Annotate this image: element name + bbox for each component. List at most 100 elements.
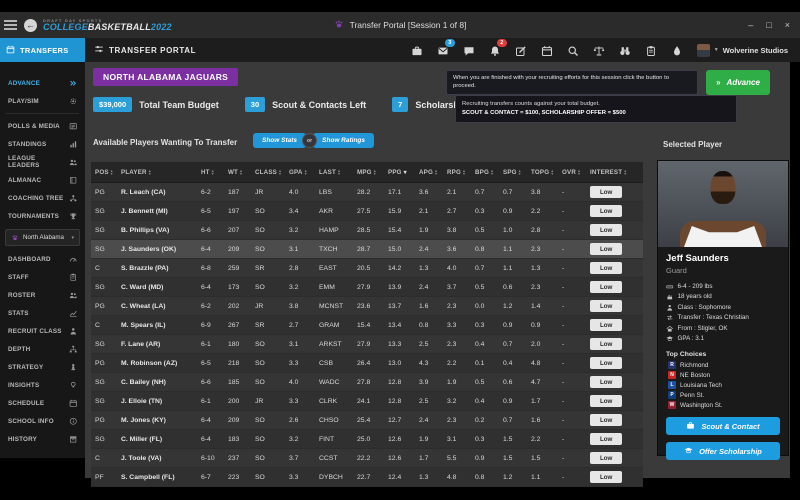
interest-button[interactable]: Low <box>590 224 622 236</box>
table-cell-rpg: 3.8 <box>443 227 471 234</box>
interest-button[interactable]: Low <box>590 300 622 312</box>
table-cell-bpg: 0.9 <box>471 455 499 462</box>
sidebar-item-staff[interactable]: STAFF <box>0 268 85 286</box>
column-header-pos[interactable]: POS▴▾ <box>91 169 117 176</box>
column-header-spg[interactable]: SPG▴▾ <box>499 169 527 176</box>
show-ratings-button[interactable]: Show Ratings <box>313 133 374 148</box>
player-row[interactable]: PGM. Robinson (AZ)6-5218SO3.3CSB26.413.0… <box>91 354 643 373</box>
close-button[interactable]: × <box>785 20 790 30</box>
briefcase-icon[interactable] <box>411 44 423 56</box>
column-header-topg[interactable]: TOPG▴▾ <box>527 169 558 176</box>
player-row[interactable]: PGC. Wheat (LA)6-2202JR3.8MCNST23.613.71… <box>91 297 643 316</box>
column-header-mpg[interactable]: MPG▴▾ <box>353 169 384 176</box>
selected-player-card: Jeff Saunders Guard 6-4 - 209 lbs18 year… <box>657 160 789 456</box>
sidebar-item-roster[interactable]: ROSTER <box>0 286 85 304</box>
sidebar-item-recruit-class[interactable]: RECRUIT CLASS <box>0 322 85 340</box>
chat-icon[interactable] <box>463 44 475 56</box>
interest-button[interactable]: Low <box>590 433 622 445</box>
table-cell-mpg: 28.2 <box>353 189 384 196</box>
column-header-ppg[interactable]: PPG▾ <box>384 169 415 176</box>
column-header-ovr[interactable]: OVR▴▾ <box>558 169 586 176</box>
sidebar-item-coaching-tree[interactable]: COACHING TREE <box>0 189 85 207</box>
sidebar-item-standings[interactable]: STANDINGS <box>0 135 85 153</box>
column-header-last[interactable]: LAST▴▾ <box>315 169 353 176</box>
player-row[interactable]: SGJ. Saunders (OK)6-4209SO3.1TXCH28.715.… <box>91 240 643 259</box>
player-row[interactable]: CJ. Toole (VA)6-10237SO3.7CCST22.212.61.… <box>91 449 643 468</box>
sidebar-item-depth[interactable]: DEPTH <box>0 340 85 358</box>
player-row[interactable]: PGR. Leach (CA)6-2187JR4.0LBS28.217.13.6… <box>91 183 643 202</box>
sidebar-item-polls-media[interactable]: POLLS & MEDIA <box>0 117 85 135</box>
scale-icon[interactable] <box>593 44 605 56</box>
hamburger-menu-icon[interactable] <box>4 20 17 30</box>
player-row[interactable]: SGJ. Bennett (MI)6-5197SO3.4AKR27.515.92… <box>91 202 643 221</box>
column-header-wt[interactable]: WT▴▾ <box>224 169 251 176</box>
sidebar-item-dashboard[interactable]: DASHBOARD <box>0 250 85 268</box>
player-row[interactable]: PGM. Jones (KY)6-4209SO2.6CHSO25.412.72.… <box>91 411 643 430</box>
back-button[interactable]: ← <box>24 19 37 32</box>
show-stats-button[interactable]: Show Stats <box>253 133 306 148</box>
player-row[interactable]: PFS. Campbell (FL)6-7223SO3.3DYBCH22.712… <box>91 468 643 487</box>
sidebar-item-history[interactable]: HISTORY <box>0 430 85 448</box>
sidebar-item-advance[interactable]: ADVANCE <box>0 74 85 92</box>
player-row[interactable]: CS. Brazzle (PA)6-8259SR2.8EAST20.514.21… <box>91 259 643 278</box>
interest-button[interactable]: Low <box>590 471 622 483</box>
player-row[interactable]: SGB. Phillips (VA)6-6207SO3.2HAMP28.515.… <box>91 221 643 240</box>
school-logo: L <box>668 381 676 389</box>
news-icon <box>69 122 78 131</box>
droplet-icon[interactable] <box>671 44 683 56</box>
column-header-rpg[interactable]: RPG▴▾ <box>443 169 471 176</box>
column-header-bpg[interactable]: BPG▴▾ <box>471 169 499 176</box>
mail-icon[interactable]: 3 <box>437 44 449 56</box>
search-icon[interactable] <box>567 44 579 56</box>
interest-button[interactable]: Low <box>590 357 622 369</box>
clipboard-icon[interactable] <box>645 44 657 56</box>
player-row[interactable]: SGC. Miller (FL)6-4183SO3.2FINT25.012.61… <box>91 430 643 449</box>
column-header-class[interactable]: CLASS▴▾ <box>251 169 285 176</box>
interest-button[interactable]: Low <box>590 376 622 388</box>
table-cell-apg: 0.8 <box>415 322 443 329</box>
top-toolbar: 32 <box>411 44 683 56</box>
column-header-player[interactable]: PLAYER▴▾ <box>117 169 197 176</box>
interest-button[interactable]: Low <box>590 205 622 217</box>
calendar-icon[interactable] <box>541 44 553 56</box>
player-row[interactable]: SGC. Ward (MD)6-4173SO3.2EMM27.913.92.43… <box>91 278 643 297</box>
interest-button[interactable]: Low <box>590 452 622 464</box>
sidebar-item-tournaments[interactable]: TOURNAMENTS <box>0 207 85 225</box>
sidebar-item-league-leaders[interactable]: LEAGUE LEADERS <box>0 153 85 171</box>
scout-contact-button[interactable]: Scout & Contact <box>666 417 780 435</box>
binoculars-icon[interactable] <box>619 44 631 56</box>
interest-button[interactable]: Low <box>590 243 622 255</box>
edit-icon[interactable] <box>515 44 527 56</box>
player-row[interactable]: SGJ. Elloie (TN)6-1200JR3.3CLRK24.112.82… <box>91 392 643 411</box>
offer-scholarship-button[interactable]: Offer Scholarship <box>666 442 780 460</box>
sidebar-item-play-sim[interactable]: PLAY/SIM <box>0 92 85 110</box>
interest-button[interactable]: Low <box>590 414 622 426</box>
player-row[interactable]: SGF. Lane (AR)6-1180SO3.1ARKST27.913.32.… <box>91 335 643 354</box>
player-row[interactable]: CM. Spears (IL)6-9267SR2.7GRAM15.413.40.… <box>91 316 643 335</box>
sidebar-item-strategy[interactable]: STRATEGY <box>0 358 85 376</box>
player-row[interactable]: SGC. Bailey (NH)6-6185SO4.0WADC27.812.83… <box>91 373 643 392</box>
maximize-button[interactable]: □ <box>766 20 771 30</box>
user-menu[interactable]: ▼ Wolverine Studios <box>697 44 788 57</box>
interest-button[interactable]: Low <box>590 281 622 293</box>
top-choice-item: NNE Boston <box>658 370 788 380</box>
interest-button[interactable]: Low <box>590 319 622 331</box>
column-header-gpa[interactable]: GPA▴▾ <box>285 169 315 176</box>
interest-button[interactable]: Low <box>590 395 622 407</box>
column-header-interest[interactable]: INTEREST▴▾ <box>586 169 643 176</box>
column-header-ht[interactable]: HT▴▾ <box>197 169 224 176</box>
sidebar-item-almanac[interactable]: ALMANAC <box>0 171 85 189</box>
bell-icon[interactable]: 2 <box>489 44 501 56</box>
sidebar-item-school-info[interactable]: SCHOOL INFO <box>0 412 85 430</box>
sidebar-item-schedule[interactable]: SCHEDULE <box>0 394 85 412</box>
interest-button[interactable]: Low <box>590 262 622 274</box>
column-header-apg[interactable]: APG▴▾ <box>415 169 443 176</box>
sidebar-item-insights[interactable]: INSIGHTS <box>0 376 85 394</box>
top-choice-item: LLouisiana Tech <box>658 380 788 390</box>
advance-button[interactable]: » Advance <box>706 70 770 95</box>
interest-button[interactable]: Low <box>590 186 622 198</box>
minimize-button[interactable]: – <box>748 20 753 30</box>
interest-button[interactable]: Low <box>590 338 622 350</box>
sidebar-item-stats[interactable]: STATS <box>0 304 85 322</box>
team-select-dropdown[interactable]: North Alabama▾ <box>5 229 80 246</box>
